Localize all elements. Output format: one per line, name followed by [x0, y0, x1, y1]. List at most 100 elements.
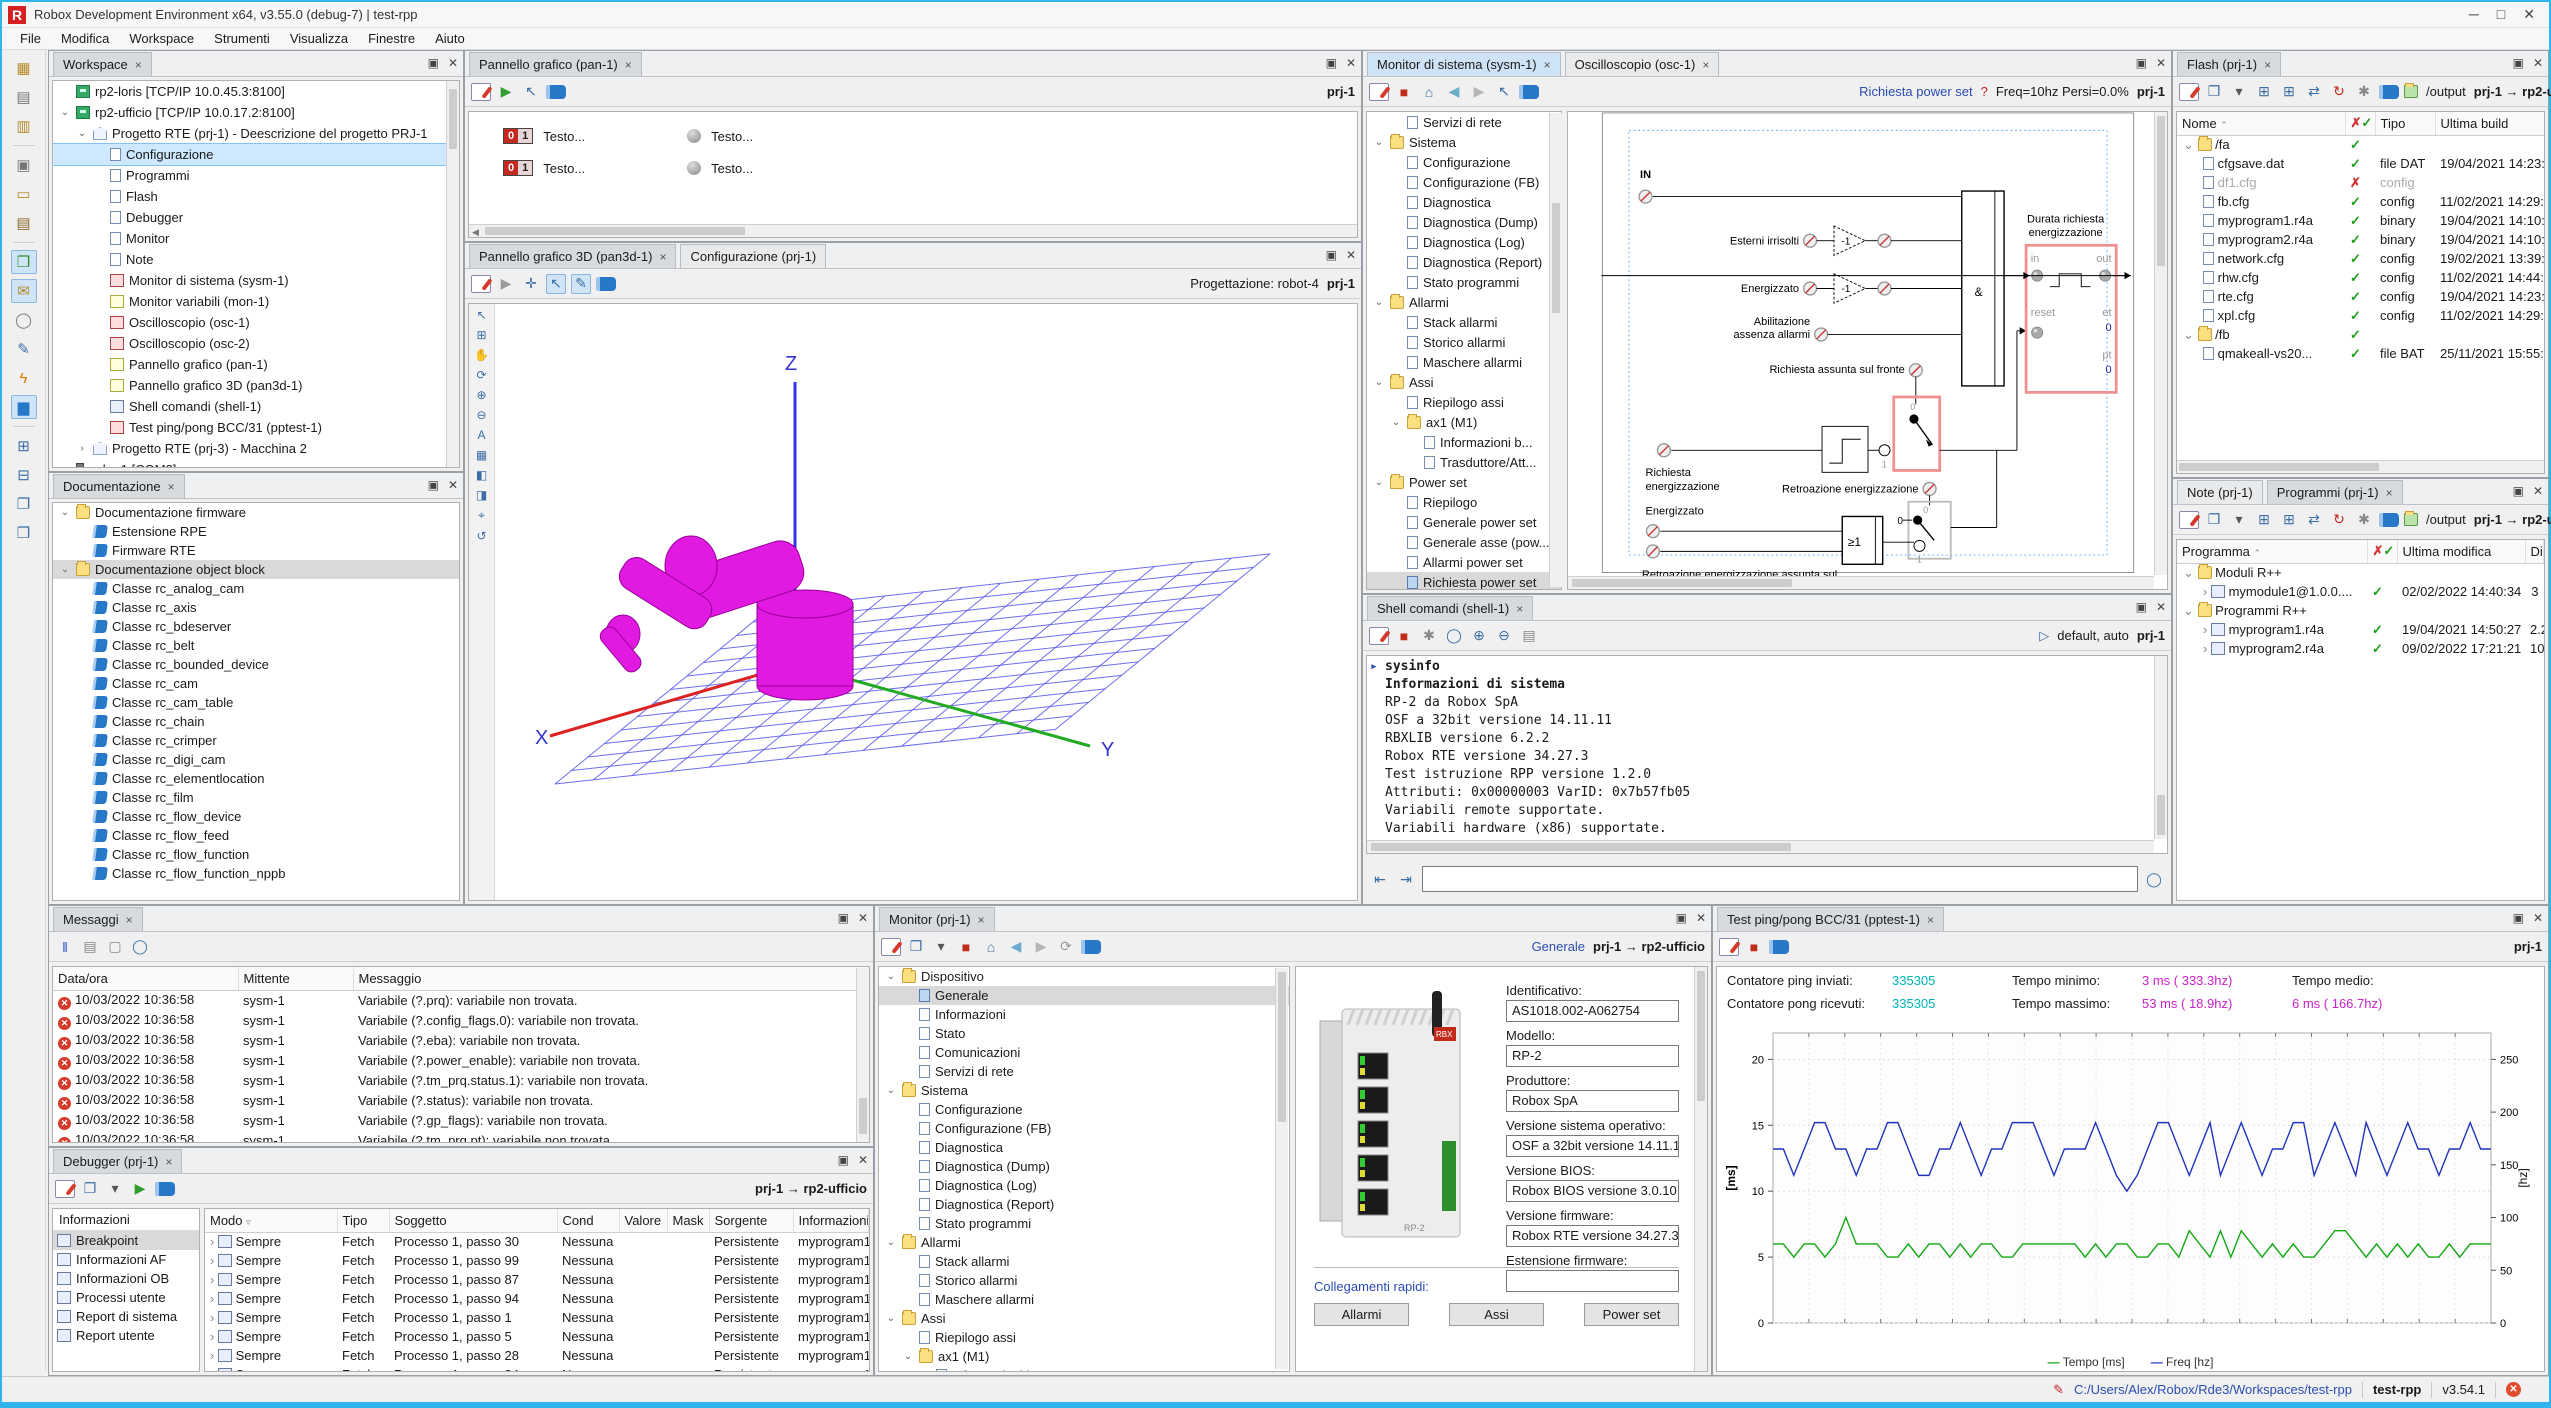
expander-icon[interactable]: ⌄: [885, 1085, 897, 1096]
tree-item[interactable]: ⌄ Documentazione firmware: [53, 503, 459, 522]
viewport-tool-icon[interactable]: ⊞: [476, 328, 486, 342]
breakpoint-row[interactable]: › Sempre FetchProcesso 1, passo 30Nessun…: [205, 1232, 869, 1251]
tab-shell[interactable]: Shell comandi (shell-1)×: [1367, 596, 1533, 620]
tree-item[interactable]: Flash: [53, 186, 459, 207]
build-icon[interactable]: ⊞: [2254, 82, 2274, 102]
copy-icon[interactable]: ❐: [80, 1179, 100, 1199]
tree-item[interactable]: Stack allarmi: [1367, 312, 1561, 332]
tree-item[interactable]: Stato programmi: [1367, 272, 1561, 292]
float-icon[interactable]: ▣: [1326, 56, 1337, 70]
tab-configurazione[interactable]: Configurazione (prj-1): [680, 244, 826, 268]
tree-item[interactable]: Riepilogo assi: [879, 1328, 1289, 1347]
flash-file-row[interactable]: ⌄ /fa ✓: [2177, 135, 2545, 154]
refresh-icon[interactable]: ↻: [2329, 82, 2349, 102]
tree-item[interactable]: ⌄ ax1 (M1): [879, 1347, 1289, 1366]
mail-icon[interactable]: ✉: [11, 279, 37, 303]
documentation-tree[interactable]: ⌄ Documentazione firmware Estensione RPE…: [52, 502, 460, 901]
run-mode-icon[interactable]: ▷: [2039, 628, 2049, 644]
forward-icon[interactable]: ▶: [1031, 937, 1051, 957]
close-icon[interactable]: ×: [2386, 486, 2393, 500]
expander-icon[interactable]: ⌄: [1373, 477, 1385, 488]
tree-item[interactable]: Diagnostica: [1367, 192, 1561, 212]
notebook-icon[interactable]: [471, 275, 491, 293]
tree-item[interactable]: Trasduttore/Att...: [1367, 452, 1561, 472]
tree-item[interactable]: Configurazione (FB): [879, 1119, 1289, 1138]
workspace-tree[interactable]: rp2-loris [TCP/IP 10.0.45.3:8100] ⌄ rp2-…: [52, 80, 460, 468]
notebook-icon[interactable]: [2179, 83, 2199, 101]
stop-icon[interactable]: ■: [956, 937, 976, 957]
tree-item[interactable]: Maschere allarmi: [1367, 352, 1561, 372]
tree-item[interactable]: ⌄ Power set: [1367, 472, 1561, 492]
tree-item[interactable]: Generale power set: [1367, 512, 1561, 532]
breakpoint-row[interactable]: › Sempre FetchProcesso 1, passo 94Nessun…: [205, 1289, 869, 1308]
programs-table[interactable]: Programma ⌃ ✗✓ Ultima modificaDimensio ⌄…: [2176, 539, 2545, 901]
tree-item[interactable]: Classe rc_flow_feed: [53, 826, 459, 845]
tab-monitor[interactable]: Monitor (prj-1)×: [879, 907, 995, 931]
debug-info-item[interactable]: Informazioni OB: [53, 1269, 199, 1288]
cubes-icon[interactable]: ❒: [11, 250, 37, 274]
tree-item[interactable]: Monitor: [53, 228, 459, 249]
expander-icon[interactable]: ⌄: [1390, 417, 1402, 428]
messages-table[interactable]: Data/oraMittenteMessaggio ✕10/03/2022 10…: [52, 966, 870, 1143]
tree-item[interactable]: Classe rc_flow_function_nppb: [53, 864, 459, 883]
book-icon[interactable]: [1081, 940, 1101, 954]
breakpoint-row[interactable]: › Sempre FetchProcesso 1, passo 99Nessun…: [205, 1251, 869, 1270]
col-header[interactable]: ✗✓: [2367, 540, 2397, 563]
tree-item[interactable]: Estensione RPE: [53, 522, 459, 541]
help-icon[interactable]: ?: [1981, 84, 1988, 99]
connection-status-icon[interactable]: ✕: [2506, 1382, 2521, 1397]
save-icon[interactable]: ▣: [11, 153, 37, 177]
tab-flash[interactable]: Flash (prj-1)×: [2177, 52, 2281, 76]
tree-item[interactable]: Informazioni: [879, 1005, 1289, 1024]
sync-icon[interactable]: ⇄: [2304, 82, 2324, 102]
expander-icon[interactable]: ›: [76, 443, 88, 454]
edit-icon[interactable]: ✎: [571, 274, 591, 294]
viewport-tool-icon[interactable]: ◧: [476, 468, 487, 482]
tree-item[interactable]: ⌄ Progetto RTE (prj-1) - Deescrizione de…: [53, 123, 459, 144]
menu-file[interactable]: File: [10, 29, 51, 48]
float-icon[interactable]: ▣: [2513, 911, 2524, 925]
tree-item[interactable]: › Progetto RTE (prj-3) - Macchina 2: [53, 438, 459, 459]
toggle-widget[interactable]: 01: [503, 128, 533, 144]
col-header[interactable]: Tipo: [2375, 112, 2435, 135]
close-icon[interactable]: ✕: [2533, 484, 2543, 498]
field-value[interactable]: AS1018.002-A062754: [1506, 1000, 1679, 1022]
float-icon[interactable]: ▣: [2513, 56, 2524, 70]
col-header[interactable]: ✗✓: [2345, 112, 2375, 135]
build-all-icon[interactable]: ⊞: [2279, 510, 2299, 530]
stop-icon[interactable]: ■: [1744, 937, 1764, 957]
tree-item[interactable]: Informazioni base: [879, 1366, 1289, 1372]
close-icon[interactable]: ✕: [2533, 911, 2543, 925]
book-icon[interactable]: [596, 277, 616, 291]
book-icon[interactable]: [1769, 940, 1789, 954]
program-row[interactable]: › mymodule1@1.0.0.... ✓02/02/2022 14:40:…: [2177, 582, 2544, 601]
tree-item[interactable]: Debugger: [53, 207, 459, 228]
viewport-tool-icon[interactable]: ↖: [476, 308, 486, 322]
stop-icon[interactable]: ■: [1394, 626, 1414, 646]
tab-workspace[interactable]: Workspace×: [53, 52, 152, 76]
notebook-icon[interactable]: [1369, 83, 1389, 101]
field-value[interactable]: Robox SpA: [1506, 1090, 1679, 1112]
tree-item[interactable]: Firmware RTE: [53, 541, 459, 560]
program-row[interactable]: ⌄ Programmi R++: [2177, 601, 2544, 620]
col-header[interactable]: Data/ora: [53, 967, 238, 990]
expander-icon[interactable]: ⌄: [1373, 377, 1385, 388]
message-row[interactable]: ✕10/03/2022 10:36:58sysm-1Variabile (?.t…: [53, 1131, 869, 1144]
debug-info-item[interactable]: Breakpoint: [53, 1231, 199, 1250]
close-icon[interactable]: ×: [1516, 602, 1523, 616]
tree-item[interactable]: Richiesta power set: [1367, 572, 1561, 590]
search-icon[interactable]: ◯: [11, 308, 37, 332]
expander-icon[interactable]: ⌄: [885, 971, 897, 982]
tree-item[interactable]: Diagnostica (Report): [879, 1195, 1289, 1214]
tree-item[interactable]: Programmi: [53, 165, 459, 186]
windows-close-icon[interactable]: ❒: [11, 521, 37, 545]
tree-item[interactable]: Diagnostica (Dump): [1367, 212, 1561, 232]
viewport-tool-icon[interactable]: ▦: [476, 448, 487, 462]
quick-button-power-set[interactable]: Power set: [1584, 1303, 1679, 1326]
program-row[interactable]: › myprogram1.r4a ✓19/04/2021 14:50:272.2…: [2177, 620, 2544, 639]
quick-button-allarmi[interactable]: Allarmi: [1314, 1303, 1409, 1326]
expander-icon[interactable]: ⌄: [59, 564, 71, 575]
notebook-icon[interactable]: [471, 83, 491, 101]
col-header[interactable]: Programma ⌃: [2177, 540, 2367, 563]
expander-icon[interactable]: ⌄: [885, 1237, 897, 1248]
